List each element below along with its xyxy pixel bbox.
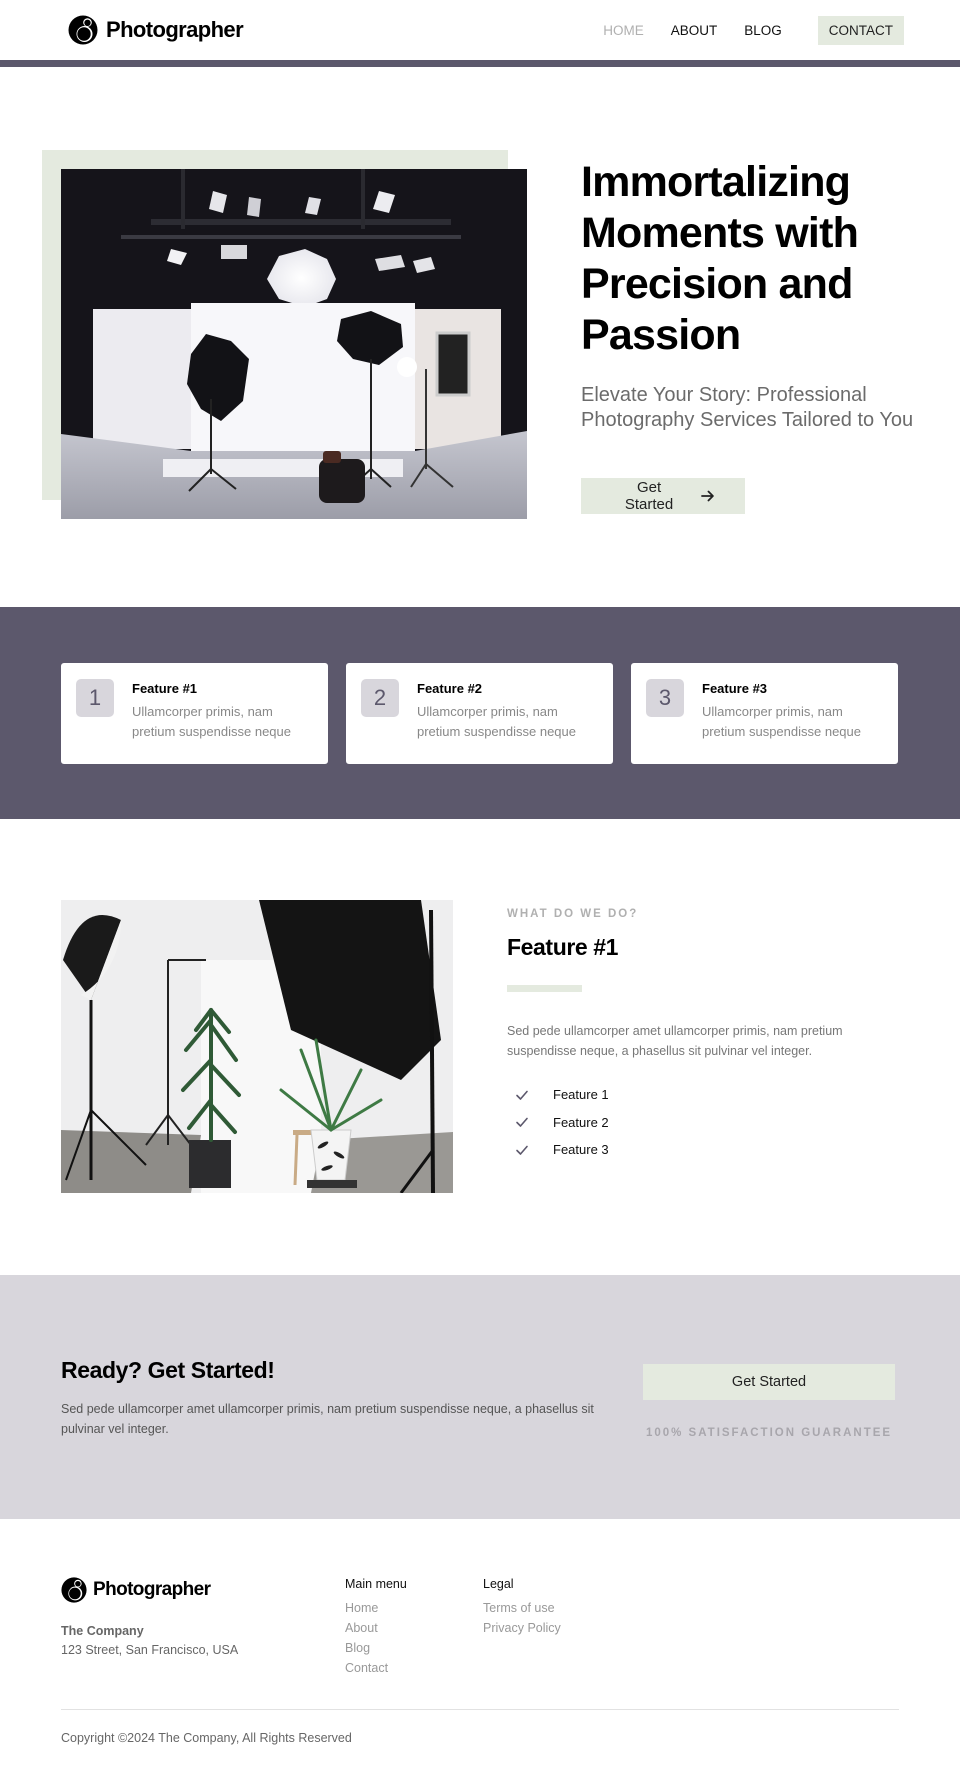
cta-section: Ready? Get Started! Sed pede ullamcorper… <box>0 1275 960 1519</box>
footer-company-name: The Company <box>61 1624 144 1638</box>
get-started-button[interactable]: Get Started <box>581 478 745 514</box>
feature-detail-section: WHAT DO WE DO? Feature #1 Sed pede ullam… <box>0 819 960 1275</box>
check-icon <box>516 1117 528 1128</box>
brand-logo-link[interactable]: Photographer <box>68 15 244 45</box>
studio-photo-illustration <box>61 169 527 519</box>
feature-card: 3 Feature #3 Ullamcorper primis, nam pre… <box>631 663 898 764</box>
feature-detail-description: Sed pede ullamcorper amet ullamcorper pr… <box>507 1024 843 1058</box>
camera-lens-logo-icon <box>68 15 98 45</box>
checklist-item: Feature 2 <box>507 1109 897 1137</box>
feature-title: Feature #2 <box>417 681 483 696</box>
footer-link-terms[interactable]: Terms of use <box>483 1598 561 1618</box>
camera-lens-logo-icon <box>61 1577 87 1603</box>
hero-text: Immortalizing Moments with Precision and… <box>581 157 921 514</box>
checklist-label: Feature 2 <box>553 1114 609 1130</box>
features-band: 1 Feature #1 Ullamcorper primis, nam pre… <box>0 607 960 819</box>
arrow-right-icon <box>701 490 714 502</box>
hero-subtitle: Elevate Your Story: Professional Photogr… <box>581 384 914 431</box>
feature-card: 1 Feature #1 Ullamcorper primis, nam pre… <box>61 663 328 764</box>
copyright: Copyright ©2024 The Company, All Rights … <box>61 1731 352 1745</box>
checklist-item: Feature 3 <box>507 1136 897 1164</box>
nav-home[interactable]: HOME <box>603 23 644 38</box>
footer-address: 123 Street, San Francisco, USA <box>61 1643 239 1657</box>
footer-link-about[interactable]: About <box>345 1618 407 1638</box>
get-started-label: Get Started <box>624 479 674 513</box>
hero-image <box>61 169 527 519</box>
feature-title: Feature #3 <box>702 681 768 696</box>
footer-main-menu-heading: Main menu <box>345 1577 407 1591</box>
feature-description: Ullamcorper primis, nam pretium suspendi… <box>132 704 291 739</box>
feature-card: 2 Feature #2 Ullamcorper primis, nam pre… <box>346 663 613 764</box>
checklist-label: Feature 1 <box>553 1087 609 1103</box>
feature-detail-title: Feature #1 <box>507 934 619 960</box>
feature-detail-image <box>61 900 453 1193</box>
hero-title: Immortalizing Moments with Precision and… <box>581 158 859 359</box>
nav-blog[interactable]: BLOG <box>744 23 782 38</box>
footer-brand-name: Photographer <box>93 1579 211 1600</box>
nav-about[interactable]: ABOUT <box>671 23 718 38</box>
footer-legal-menu: Legal Terms of use Privacy Policy <box>483 1577 561 1638</box>
cta-description: Sed pede ullamcorper amet ullamcorper pr… <box>61 1402 594 1436</box>
feature-number-badge: 1 <box>76 679 114 717</box>
footer-link-contact[interactable]: Contact <box>345 1658 407 1678</box>
accent-divider <box>507 985 582 992</box>
footer-legal-heading: Legal <box>483 1577 514 1591</box>
checklist-item: Feature 1 <box>507 1081 897 1109</box>
studio-plants-illustration <box>61 900 453 1193</box>
footer-divider <box>61 1709 899 1710</box>
feature-number-badge: 2 <box>361 679 399 717</box>
footer-brand-link[interactable]: Photographer <box>61 1577 211 1603</box>
section-eyebrow: WHAT DO WE DO? <box>507 908 639 920</box>
feature-description: Ullamcorper primis, nam pretium suspendi… <box>702 704 861 739</box>
checklist-label: Feature 3 <box>553 1142 609 1158</box>
footer: Photographer The Company 123 Street, San… <box>0 1519 960 1781</box>
top-navbar: Photographer HOME ABOUT BLOG CONTACT <box>0 0 960 67</box>
cta-title: Ready? Get Started! <box>61 1357 275 1383</box>
cta-get-started-button[interactable]: Get Started <box>643 1364 895 1400</box>
nav-contact-button[interactable]: CONTACT <box>817 15 904 45</box>
hero-section: Immortalizing Moments with Precision and… <box>0 67 960 607</box>
feature-detail-text: WHAT DO WE DO? Feature #1 Sed pede ullam… <box>507 908 897 1164</box>
footer-link-home[interactable]: Home <box>345 1598 407 1618</box>
footer-main-menu: Main menu Home About Blog Contact <box>345 1577 407 1678</box>
feature-description: Ullamcorper primis, nam pretium suspendi… <box>417 704 576 739</box>
check-icon <box>516 1090 528 1100</box>
footer-link-blog[interactable]: Blog <box>345 1638 407 1658</box>
check-icon <box>516 1145 528 1155</box>
satisfaction-guarantee: 100% SATISFACTION GUARANTEE <box>645 1427 893 1439</box>
brand-name: Photographer <box>106 17 244 42</box>
feature-number-badge: 3 <box>646 679 684 717</box>
feature-title: Feature #1 <box>132 681 198 696</box>
main-menu: HOME ABOUT BLOG CONTACT <box>576 15 904 45</box>
feature-checklist: Feature 1 Feature 2 Feature 3 <box>507 1081 897 1164</box>
footer-link-privacy[interactable]: Privacy Policy <box>483 1618 561 1638</box>
